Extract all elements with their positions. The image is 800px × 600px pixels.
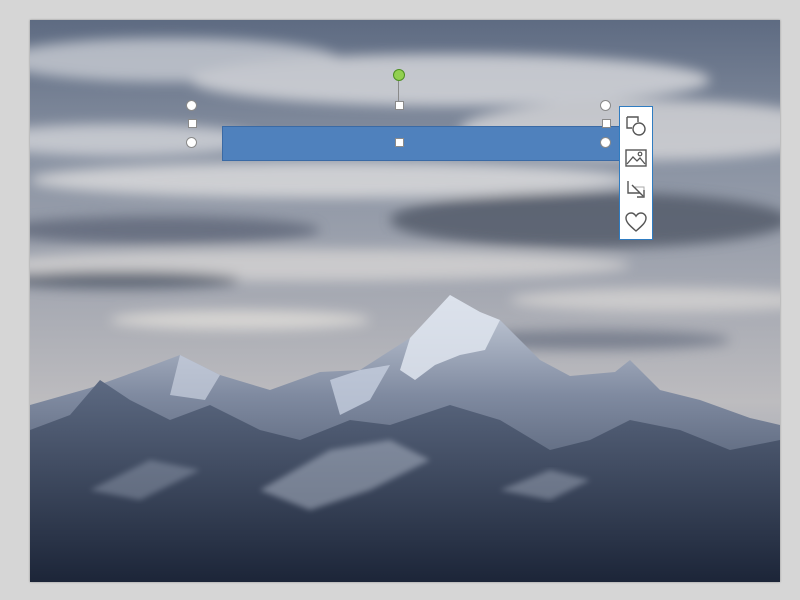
rotation-connector-line xyxy=(398,80,399,102)
slide-canvas[interactable] xyxy=(30,20,780,582)
crop-resize-button[interactable] xyxy=(623,177,649,203)
heart-icon xyxy=(625,212,647,232)
picture-button[interactable] xyxy=(623,145,649,171)
resize-handle-top[interactable] xyxy=(395,101,404,110)
resize-handle-top-right[interactable] xyxy=(600,100,611,111)
mountain-background-image xyxy=(30,20,780,582)
crop-resize-icon xyxy=(627,181,645,198)
resize-handle-top-left[interactable] xyxy=(186,100,197,111)
rotation-handle[interactable] xyxy=(393,69,405,81)
resize-handle-bottom[interactable] xyxy=(395,138,404,147)
resize-handle-right[interactable] xyxy=(602,119,611,128)
favorite-button[interactable] xyxy=(623,209,649,235)
resize-handle-bottom-right[interactable] xyxy=(600,137,611,148)
resize-handle-left[interactable] xyxy=(188,119,197,128)
layout-options-button[interactable] xyxy=(623,113,649,139)
picture-icon xyxy=(625,149,647,167)
shape-quick-toolbar xyxy=(619,106,653,240)
selected-rectangle-shape[interactable] xyxy=(222,126,636,161)
resize-handle-bottom-left[interactable] xyxy=(186,137,197,148)
layout-options-icon xyxy=(626,116,646,136)
